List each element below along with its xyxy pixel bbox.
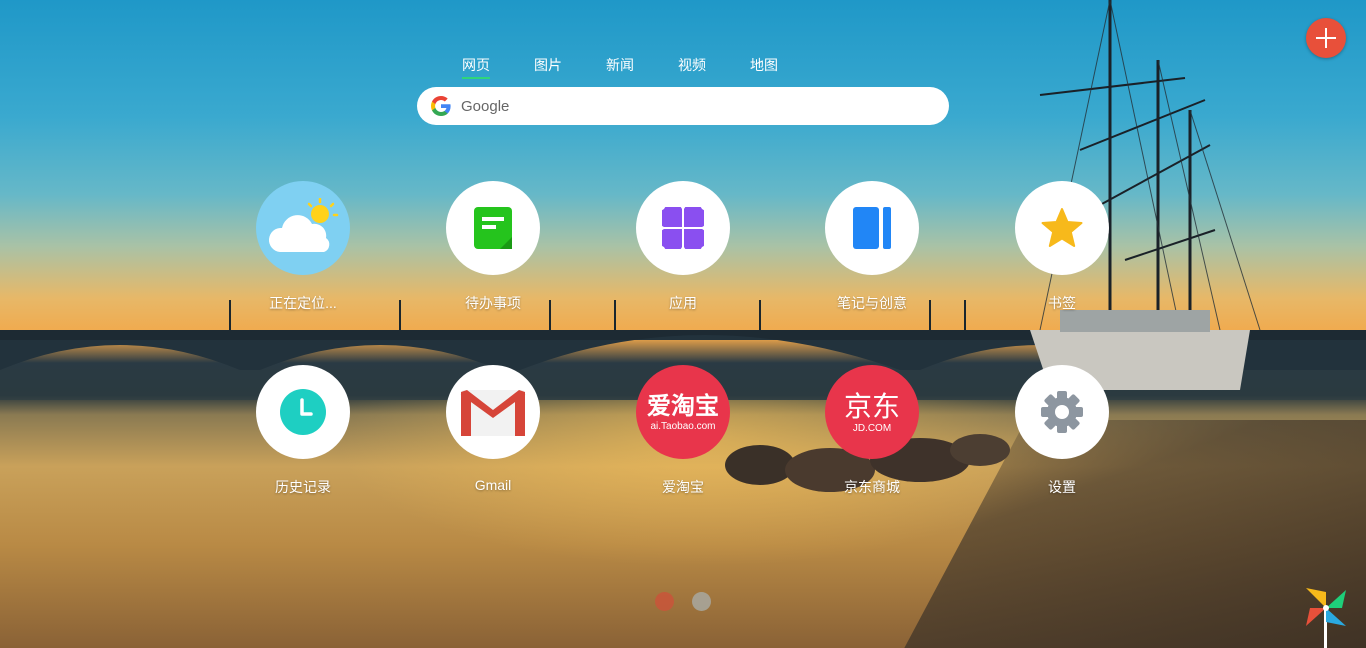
app-history[interactable]: 历史记录 [243, 365, 363, 497]
tab-web[interactable]: 网页 [440, 55, 512, 80]
apps-grid-icon [662, 207, 704, 249]
notebook-icon [853, 207, 891, 249]
clock-icon [280, 389, 326, 435]
tab-news-label: 新闻 [606, 57, 634, 73]
page-dot-1[interactable] [655, 592, 674, 611]
app-gmail[interactable]: Gmail [433, 365, 553, 493]
add-button[interactable] [1306, 18, 1346, 58]
taobao-tile: 爱淘宝 ai.Taobao.com [636, 365, 730, 459]
tab-video[interactable]: 视频 [656, 55, 728, 80]
tab-video-label: 视频 [678, 57, 706, 73]
settings-tile [1015, 365, 1109, 459]
google-g-icon[interactable] [429, 94, 453, 118]
weather-tile [256, 181, 350, 275]
app-gmail-label: Gmail [474, 477, 512, 493]
app-todo[interactable]: 待办事项 [433, 181, 553, 313]
app-jd[interactable]: 京东 JD.COM 京东商城 [812, 365, 932, 497]
app-taobao[interactable]: 爱淘宝 ai.Taobao.com 爱淘宝 [623, 365, 743, 497]
notes-tile [825, 181, 919, 275]
app-jd-label: 京东商城 [844, 479, 900, 495]
app-todo-label: 待办事项 [465, 295, 521, 311]
app-bookmarks[interactable]: 书签 [1002, 181, 1122, 313]
page-dot-2[interactable] [692, 592, 711, 611]
search-type-tabs: 网页 图片 新闻 视频 地图 [440, 55, 800, 80]
gmail-tile [446, 365, 540, 459]
history-tile [256, 365, 350, 459]
gear-icon [1041, 391, 1083, 433]
page-indicator [655, 592, 711, 611]
app-notes-label: 笔记与创意 [837, 295, 907, 311]
jd-logo-text: 京东 [843, 391, 900, 422]
taobao-logo-subtext: ai.Taobao.com [650, 421, 716, 432]
app-bookmarks-label: 书签 [1048, 295, 1076, 311]
plus-icon [1316, 28, 1336, 48]
jd-logo-subtext: JD.COM [852, 423, 892, 434]
jd-tile: 京东 JD.COM [825, 365, 919, 459]
search-box [417, 87, 949, 125]
tab-images[interactable]: 图片 [512, 55, 584, 80]
tab-maps[interactable]: 地图 [728, 55, 800, 80]
weather-cloud-sun-icon [268, 198, 339, 252]
tab-web-label: 网页 [462, 57, 490, 79]
apps-tile [636, 181, 730, 275]
tab-news[interactable]: 新闻 [584, 55, 656, 80]
app-history-label: 历史记录 [275, 479, 331, 495]
pinwheel-icon[interactable] [1304, 586, 1348, 648]
star-icon [1041, 208, 1083, 247]
gmail-icon [460, 390, 526, 436]
app-weather-label: 正在定位... [269, 295, 337, 311]
todo-note-icon [474, 207, 512, 249]
app-apps-label: 应用 [669, 295, 697, 311]
search-input[interactable] [459, 96, 923, 116]
app-notes[interactable]: 笔记与创意 [812, 181, 932, 313]
todo-tile [446, 181, 540, 275]
tab-images-label: 图片 [534, 57, 562, 73]
tab-maps-label: 地图 [750, 57, 778, 73]
app-weather[interactable]: 正在定位... [243, 181, 363, 313]
app-taobao-label: 爱淘宝 [662, 479, 704, 495]
taobao-logo-text: 爱淘宝 [647, 393, 719, 420]
app-apps[interactable]: 应用 [623, 181, 743, 313]
app-settings[interactable]: 设置 [1002, 365, 1122, 497]
app-settings-label: 设置 [1048, 479, 1076, 495]
bookmarks-tile [1015, 181, 1109, 275]
